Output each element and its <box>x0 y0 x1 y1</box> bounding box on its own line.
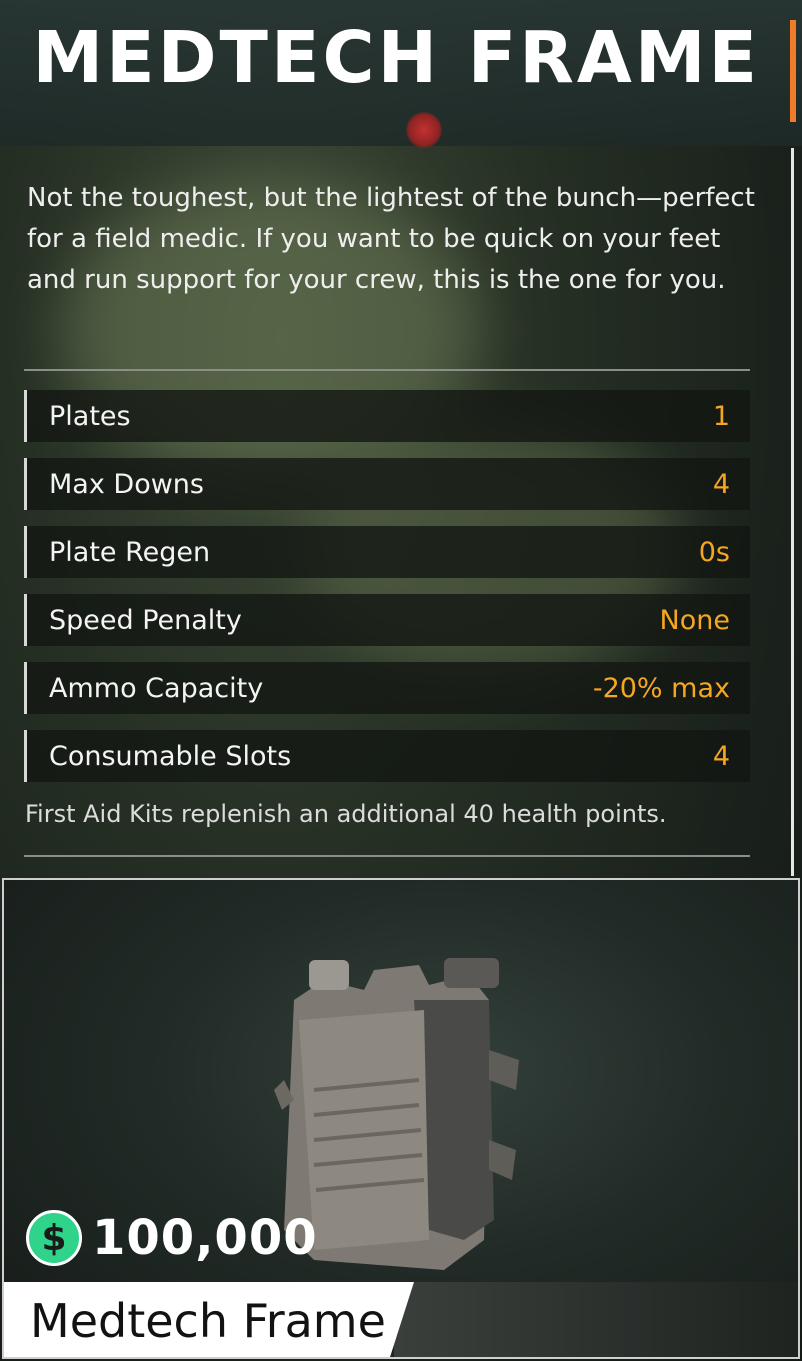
currency-icon: $ <box>26 1210 82 1266</box>
stat-label: Plates <box>49 400 131 432</box>
stat-row-plate-regen: Plate Regen 0s <box>24 526 750 578</box>
title-accent-bar <box>790 20 796 122</box>
stat-row-speed-penalty: Speed Penalty None <box>24 594 750 646</box>
stat-label: Ammo Capacity <box>49 672 264 704</box>
stat-value: 0s <box>698 536 730 568</box>
name-banner-shadow <box>394 1282 798 1357</box>
item-description: Not the toughest, but the lightest of th… <box>27 183 755 295</box>
stat-label: Consumable Slots <box>49 740 292 772</box>
stat-label: Max Downs <box>49 468 204 500</box>
item-preview-card[interactable]: $ 100,000 Medtech Frame <box>2 878 800 1359</box>
stat-value: 4 <box>712 468 730 500</box>
stat-label: Plate Regen <box>49 536 211 568</box>
divider-top <box>24 369 750 371</box>
stat-value: -20% max <box>592 672 730 704</box>
item-name-banner: Medtech Frame <box>4 1282 414 1357</box>
stats-list: Plates 1 Max Downs 4 Plate Regen 0s Spee… <box>24 390 750 798</box>
stat-label: Speed Penalty <box>49 604 242 636</box>
stat-value: None <box>659 604 730 636</box>
stat-value: 1 <box>712 400 730 432</box>
stat-row-consumable-slots: Consumable Slots 4 <box>24 730 750 782</box>
divider-bottom <box>24 855 750 857</box>
header-bar: MEDTECH FRAME <box>0 0 802 146</box>
item-name: Medtech Frame <box>30 1294 386 1348</box>
stat-row-max-downs: Max Downs 4 <box>24 458 750 510</box>
red-indicator-dot <box>406 112 442 148</box>
stat-value: 4 <box>712 740 730 772</box>
price-value: 100,000 <box>92 1210 318 1266</box>
scrollbar[interactable] <box>791 148 794 876</box>
stat-row-ammo-capacity: Ammo Capacity -20% max <box>24 662 750 714</box>
perk-note: First Aid Kits replenish an additional 4… <box>25 800 667 828</box>
price-display: $ 100,000 <box>26 1210 318 1266</box>
page-title: MEDTECH FRAME <box>32 16 760 99</box>
stat-row-plates: Plates 1 <box>24 390 750 442</box>
